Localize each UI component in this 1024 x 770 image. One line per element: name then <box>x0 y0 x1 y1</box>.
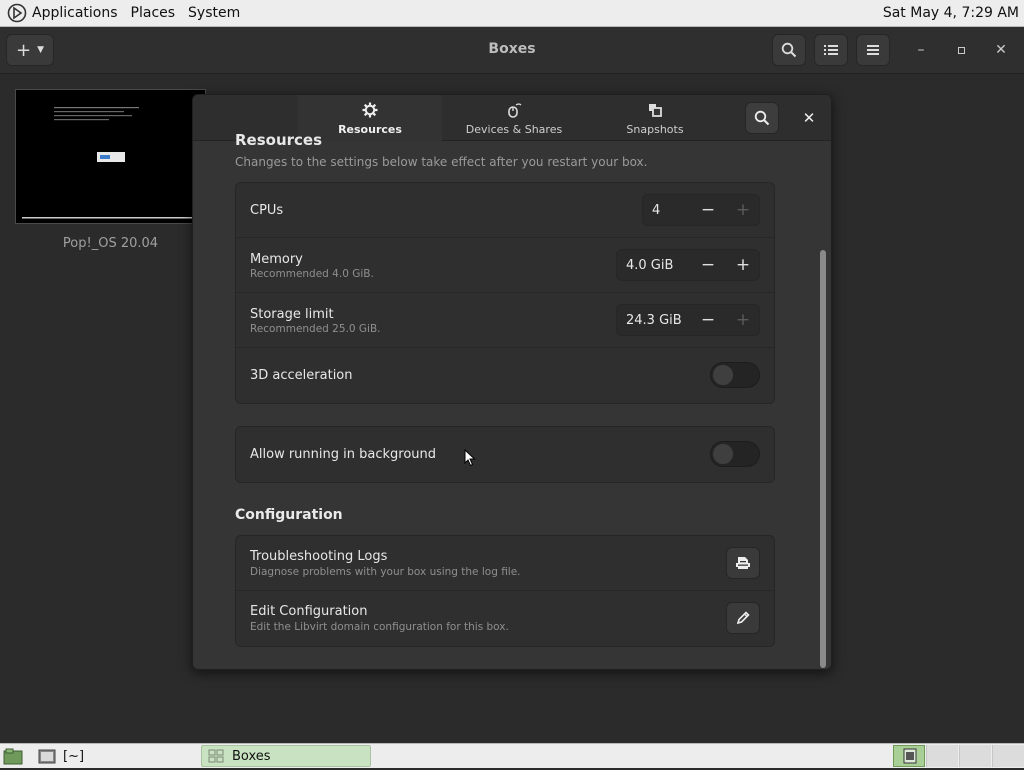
cpus-increase-button[interactable]: + <box>726 195 760 225</box>
edit-config-button[interactable] <box>726 602 760 634</box>
document-icon <box>736 557 750 569</box>
storage-decrease-button[interactable]: − <box>691 305 725 335</box>
terminal-label: [~] <box>63 749 85 764</box>
background-row: Allow running in background <box>236 427 774 482</box>
accel-toggle[interactable] <box>710 362 760 388</box>
storage-label: Storage limit <box>250 307 334 322</box>
memory-increase-button[interactable]: + <box>726 250 760 280</box>
menu-system[interactable]: System <box>188 5 240 21</box>
workspace-window-icon <box>903 748 917 764</box>
logs-label: Troubleshooting Logs <box>250 549 388 564</box>
memory-row: Memory Recommended 4.0 GiB. 4.0 GiB − + <box>236 238 774 293</box>
plus-icon: + <box>735 255 751 275</box>
close-icon: ✕ <box>802 109 816 127</box>
pencil-icon <box>736 611 750 625</box>
open-logs-button[interactable] <box>726 547 760 579</box>
memory-hint: Recommended 4.0 GiB. <box>250 268 374 280</box>
accel-label: 3D acceleration <box>250 368 353 383</box>
mouse-pointer-icon <box>464 449 476 467</box>
dialog-close-button[interactable]: ✕ <box>793 102 825 134</box>
logs-hint: Diagnose problems with your box using th… <box>250 566 521 578</box>
main-menu-button[interactable] <box>856 34 890 66</box>
boxes-app-icon <box>208 749 224 763</box>
desktop-icon <box>3 748 23 764</box>
workspace-1[interactable] <box>893 745 925 767</box>
vm-thumbnail[interactable] <box>15 89 206 224</box>
terminal-launcher[interactable]: [~] <box>38 747 84 766</box>
vm-screen-preview <box>22 107 198 219</box>
background-card: Allow running in background <box>235 426 775 483</box>
resources-subtitle: Changes to the settings below take effec… <box>235 155 648 169</box>
maximize-button[interactable] <box>946 35 976 65</box>
cpus-decrease-button[interactable]: − <box>691 195 725 225</box>
storage-row: Storage limit Recommended 25.0 GiB. 24.3… <box>236 293 774 348</box>
memory-value[interactable]: 4.0 GiB <box>617 258 673 273</box>
storage-hint: Recommended 25.0 GiB. <box>250 323 381 335</box>
close-icon: ✕ <box>995 42 1007 58</box>
vm-name-label[interactable]: Pop!_OS 20.04 <box>15 236 206 251</box>
edit-config-row: Edit Configuration Edit the Libvirt doma… <box>236 591 774 646</box>
terminal-icon <box>38 749 56 763</box>
minus-icon: − <box>700 255 716 275</box>
storage-value[interactable]: 24.3 GiB <box>617 313 682 328</box>
list-view-button[interactable] <box>814 34 848 66</box>
edit-config-hint: Edit the Libvirt domain configuration fo… <box>250 621 509 633</box>
box-properties-dialog: Resources Devices & Shares Snapshots ✕ R… <box>192 94 832 670</box>
minimize-icon: – <box>917 42 925 58</box>
gear-icon <box>362 101 378 119</box>
resources-card: CPUs 4 − + Memory Recommended 4.0 GiB. 4… <box>235 182 775 404</box>
boxes-headerbar: + ▼ Boxes – ✕ <box>0 27 1024 74</box>
toggle-knob <box>712 364 734 386</box>
cpus-value[interactable]: 4 <box>643 203 660 218</box>
search-button[interactable] <box>772 34 806 66</box>
dialog-scrollbar[interactable] <box>820 250 826 668</box>
memory-label: Memory <box>250 252 303 267</box>
background-toggle[interactable] <box>710 441 760 467</box>
dialog-content: Resources Changes to the settings below … <box>193 131 831 669</box>
snapshots-icon <box>647 101 663 119</box>
scroll-clip <box>193 131 831 142</box>
memory-decrease-button[interactable]: − <box>691 250 725 280</box>
menu-places[interactable]: Places <box>131 5 176 21</box>
cpus-spinbutton[interactable]: 4 − + <box>642 194 760 226</box>
task-boxes-label: Boxes <box>232 748 271 764</box>
dialog-search-button[interactable] <box>745 102 779 134</box>
minus-icon: − <box>700 200 716 220</box>
toggle-knob <box>712 443 734 465</box>
maximize-icon <box>957 46 965 54</box>
bottom-panel: [~] Boxes <box>0 743 1024 768</box>
minimize-button[interactable]: – <box>906 35 936 65</box>
cpus-label: CPUs <box>250 203 284 218</box>
show-desktop-button[interactable] <box>3 747 23 766</box>
workspace-2[interactable] <box>926 745 958 767</box>
search-icon <box>781 42 797 58</box>
memory-spinbutton[interactable]: 4.0 GiB − + <box>616 249 760 281</box>
close-window-button[interactable]: ✕ <box>986 35 1016 65</box>
workspace-3[interactable] <box>959 745 991 767</box>
background-label: Allow running in background <box>250 447 437 462</box>
menu-applications[interactable]: Applications <box>32 5 118 21</box>
edit-config-label: Edit Configuration <box>250 604 368 619</box>
task-boxes[interactable]: Boxes <box>201 745 371 767</box>
minus-icon: − <box>700 310 716 330</box>
top-panel: Applications Places System Sat May 4, 7:… <box>0 0 1024 27</box>
mouse-icon <box>506 101 522 119</box>
search-icon <box>754 110 770 126</box>
hamburger-menu-icon <box>867 45 879 55</box>
list-view-icon <box>824 45 838 55</box>
configuration-heading: Configuration <box>235 507 343 523</box>
configuration-card: Troubleshooting Logs Diagnose problems w… <box>235 535 775 647</box>
storage-increase-button[interactable]: + <box>726 305 760 335</box>
storage-spinbutton[interactable]: 24.3 GiB − + <box>616 304 760 336</box>
clock[interactable]: Sat May 4, 7:29 AM <box>883 5 1019 21</box>
workspace-4[interactable] <box>992 745 1024 767</box>
cpus-row: CPUs 4 − + <box>236 183 774 238</box>
plus-icon: + <box>735 200 751 220</box>
debian-logo-icon[interactable] <box>7 3 27 23</box>
accel-row: 3D acceleration <box>236 348 774 403</box>
plus-icon: + <box>735 310 751 330</box>
logs-row: Troubleshooting Logs Diagnose problems w… <box>236 536 774 591</box>
